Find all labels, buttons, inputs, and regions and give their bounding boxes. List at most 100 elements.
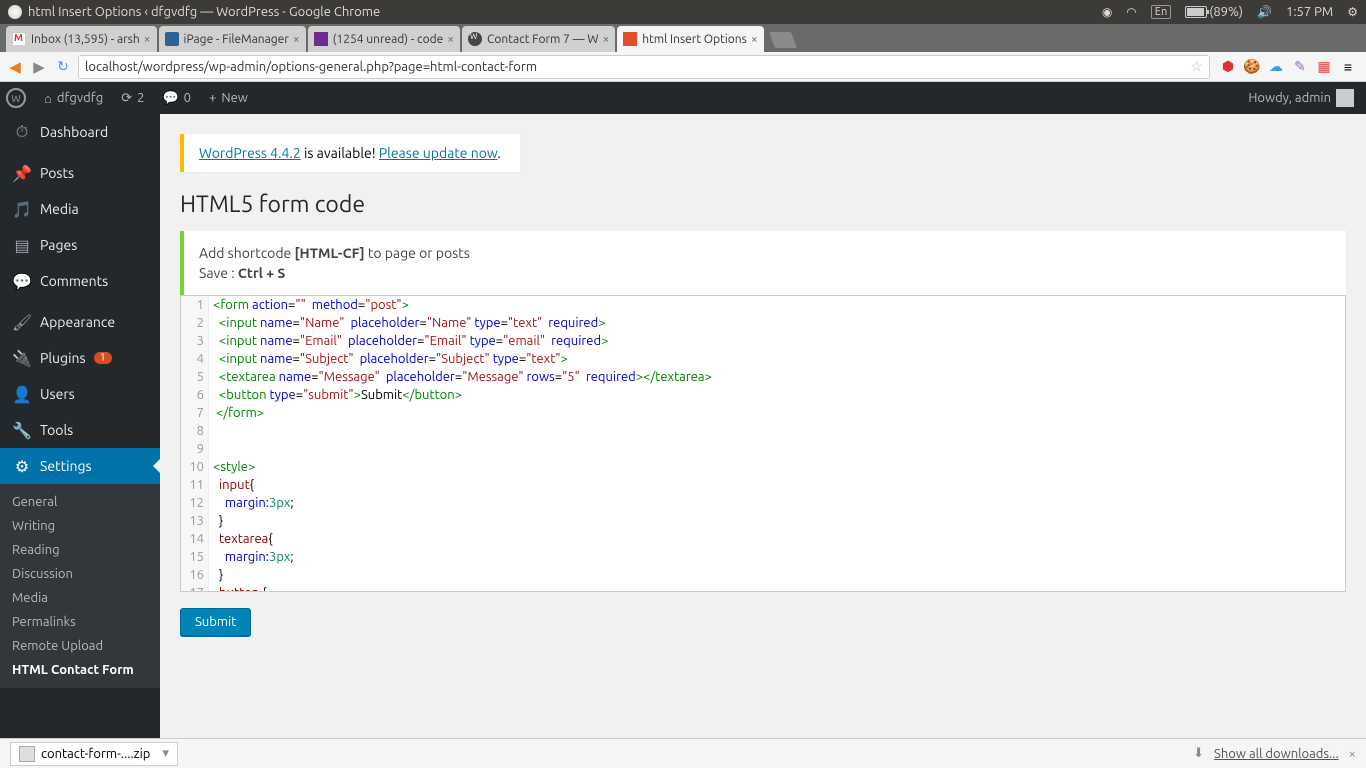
tab-ipage[interactable]: iPage - FileManager× [159, 26, 306, 52]
subitem-media[interactable]: Media [0, 586, 160, 610]
reload-button[interactable]: ↻ [54, 58, 72, 76]
sliders-icon: ⚙ [12, 456, 32, 476]
subitem-remote-upload[interactable]: Remote Upload [0, 634, 160, 658]
wifi-icon[interactable]: ◠ [1126, 5, 1136, 19]
user-icon: 👤 [12, 384, 32, 404]
back-button[interactable]: ◀ [6, 58, 24, 76]
code-lines[interactable]: <form action="" method="post"> <input na… [213, 296, 1345, 592]
subitem-html-contact-form[interactable]: HTML Contact Form [0, 658, 160, 682]
howdy-account[interactable]: Howdy, admin [1248, 89, 1354, 107]
chrome-app-icon [8, 5, 22, 19]
brush-icon: 🖌 [12, 312, 32, 332]
html-icon [623, 32, 637, 46]
language-indicator[interactable]: En [1151, 5, 1171, 19]
plug-icon: 🔌 [12, 348, 32, 368]
site-name-link[interactable]: ⌂dfgvdfg [44, 91, 103, 106]
chevron-down-icon[interactable]: ▾ [162, 746, 169, 761]
sidebar-item-comments[interactable]: 💬Comments [0, 263, 160, 299]
os-top-bar: html Insert Options ‹ dfgvdfg — WordPres… [0, 0, 1366, 24]
cookie-icon[interactable]: 🍪 [1244, 59, 1260, 75]
plugins-update-badge: 1 [94, 352, 112, 364]
sidebar-item-media[interactable]: 🎵Media [0, 191, 160, 227]
home-icon: ⌂ [44, 91, 52, 106]
subitem-reading[interactable]: Reading [0, 538, 160, 562]
close-icon[interactable]: × [293, 33, 300, 46]
extension-icons: ⬢ 🍪 ☁ ✎ ▦ ≡ [1216, 59, 1360, 75]
comment-icon: 💬 [12, 271, 32, 291]
show-all-downloads-link[interactable]: Show all downloads... [1214, 747, 1339, 761]
tab-gmail[interactable]: Inbox (13,595) - arsh× [6, 26, 157, 52]
submit-button[interactable]: Submit [180, 608, 251, 636]
sidebar-item-posts[interactable]: 📌Posts [0, 155, 160, 191]
address-bar[interactable]: localhost/wordpress/wp-admin/options-gen… [78, 55, 1210, 79]
clock[interactable]: 1:57 PM [1286, 5, 1333, 19]
update-nag: WordPress 4.4.2 is available! Please upd… [180, 134, 520, 172]
sidebar-item-pages[interactable]: ▤Pages [0, 227, 160, 263]
volume-icon[interactable]: 🔊 [1257, 5, 1272, 19]
page-title: HTML5 form code [180, 192, 1346, 217]
tab-html-insert-options[interactable]: html Insert Options× [617, 26, 763, 52]
new-content-link[interactable]: +New [209, 91, 248, 105]
new-tab-button[interactable] [769, 32, 797, 48]
sidebar-item-tools[interactable]: 🔧Tools [0, 412, 160, 448]
system-gear-icon[interactable]: ⚙ [1347, 5, 1358, 19]
wp-admin-bar: W ⌂dfgvdfg ⟳2 💬0 +New Howdy, admin [0, 82, 1366, 114]
gmail-icon [12, 32, 26, 46]
wp-admin-sidebar: ⏱Dashboard 📌Posts 🎵Media ▤Pages 💬Comment… [0, 114, 160, 738]
subitem-general[interactable]: General [0, 490, 160, 514]
cloud-icon[interactable]: ☁ [1268, 59, 1284, 75]
chrome-menu-icon[interactable]: ≡ [1340, 59, 1356, 75]
ipage-icon [165, 32, 179, 46]
line-gutter: 1234567891011121314151617 [181, 296, 209, 592]
close-shelf-button[interactable]: × [1349, 747, 1356, 761]
plus-icon: + [209, 91, 216, 105]
sidebar-item-dashboard[interactable]: ⏱Dashboard [0, 114, 160, 150]
close-icon[interactable]: × [144, 33, 151, 46]
code-editor[interactable]: 1234567891011121314151617 <form action="… [180, 295, 1346, 592]
close-icon[interactable]: × [447, 33, 454, 46]
subitem-permalinks[interactable]: Permalinks [0, 610, 160, 634]
page-icon: ▤ [12, 235, 32, 255]
avatar [1336, 89, 1354, 107]
wp-version-link[interactable]: WordPress 4.4.2 [199, 145, 301, 161]
wordpress-logo-icon[interactable]: W [6, 88, 26, 108]
update-now-link[interactable]: Please update now [379, 145, 498, 161]
file-icon [19, 746, 35, 762]
sidebar-item-settings[interactable]: ⚙Settings [0, 448, 160, 484]
sidebar-item-users[interactable]: 👤Users [0, 376, 160, 412]
browser-toolbar: ◀ ▶ ↻ localhost/wordpress/wp-admin/optio… [0, 52, 1366, 82]
tab-yahoo[interactable]: (1254 unread) - code× [308, 26, 460, 52]
sidebar-item-plugins[interactable]: 🔌Plugins 1 [0, 340, 160, 376]
download-shelf: contact-form-....zip ▾ ⬇ Show all downlo… [0, 738, 1366, 768]
comment-icon: 💬 [162, 91, 178, 106]
media-icon: 🎵 [12, 199, 32, 219]
bookmark-star-icon[interactable]: ☆ [1190, 58, 1203, 75]
wrench-icon: 🔧 [12, 420, 32, 440]
grid-ext-icon[interactable]: ▦ [1316, 59, 1332, 75]
yahoo-icon [314, 32, 328, 46]
close-icon[interactable]: × [751, 33, 758, 46]
dashboard-icon: ⏱ [12, 122, 32, 142]
close-icon[interactable]: × [602, 33, 609, 46]
chrome-indicator-icon[interactable]: ◉ [1102, 5, 1112, 19]
subitem-writing[interactable]: Writing [0, 514, 160, 538]
tab-contact-form-7[interactable]: Contact Form 7 — W× [462, 26, 615, 52]
feather-icon[interactable]: ✎ [1292, 59, 1308, 75]
forward-button: ▶ [30, 58, 48, 76]
wordpress-icon [468, 32, 482, 46]
settings-submenu: General Writing Reading Discussion Media… [0, 484, 160, 688]
updates-link[interactable]: ⟳2 [121, 91, 144, 106]
battery-icon [1185, 6, 1207, 18]
window-title: html Insert Options ‹ dfgvdfg — WordPres… [28, 5, 380, 19]
battery-indicator[interactable]: (89%) [1185, 5, 1243, 19]
sidebar-item-appearance[interactable]: 🖌Appearance [0, 304, 160, 340]
comments-link[interactable]: 💬0 [162, 91, 191, 106]
subitem-discussion[interactable]: Discussion [0, 562, 160, 586]
download-item[interactable]: contact-form-....zip ▾ [10, 742, 178, 766]
wp-content-area: WordPress 4.4.2 is available! Please upd… [160, 114, 1366, 738]
adblock-icon[interactable]: ⬢ [1220, 59, 1236, 75]
info-notice: Add shortcode [HTML-CF] to page or posts… [180, 231, 1346, 295]
download-arrow-icon: ⬇ [1193, 746, 1204, 761]
update-icon: ⟳ [121, 91, 132, 106]
pin-icon: 📌 [12, 163, 32, 183]
